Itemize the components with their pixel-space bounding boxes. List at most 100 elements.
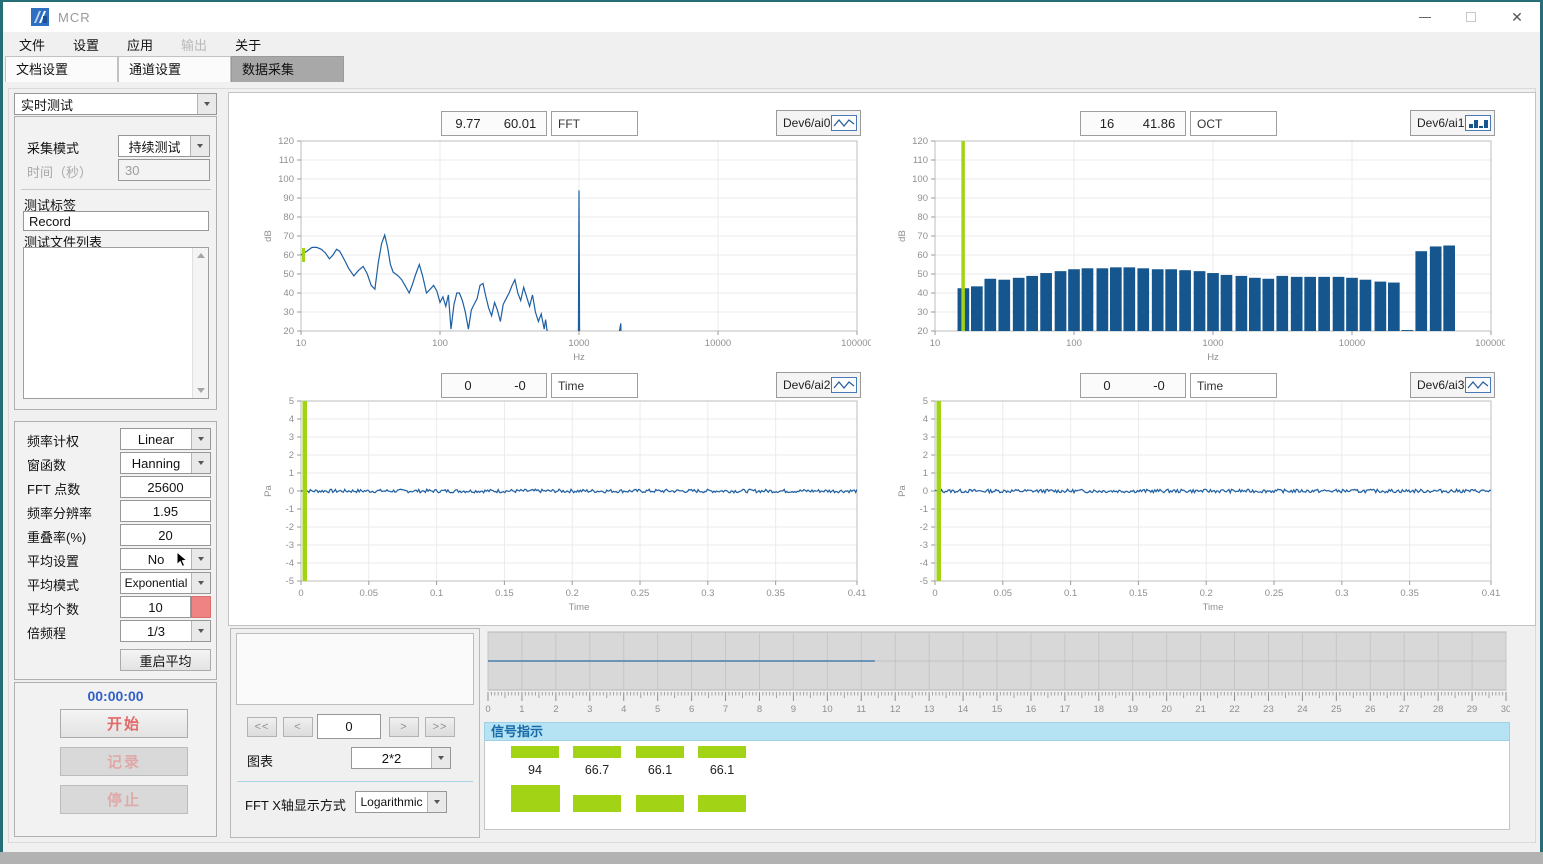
page-next-button[interactable]: > [389, 717, 419, 737]
freq-resolution-input[interactable]: 1.95 [120, 500, 211, 522]
chevron-down-icon[interactable] [191, 429, 210, 449]
svg-text:0.25: 0.25 [1265, 588, 1284, 599]
svg-text:Hz: Hz [573, 352, 585, 363]
svg-text:0.41: 0.41 [1482, 588, 1501, 599]
chevron-down-icon[interactable] [191, 549, 210, 569]
svg-text:dB: dB [263, 230, 274, 242]
app-window: MCR ✕ 文件 设置 应用 输出 关于 文档设置 通道设置 数据采集 实时测试… [0, 0, 1543, 864]
avg-mode-select[interactable]: Exponential [120, 572, 211, 594]
record-timeline[interactable]: 0123456789101112131415161718192021222324… [484, 630, 1510, 720]
svg-text:11: 11 [856, 704, 866, 715]
svg-text:100: 100 [1066, 338, 1082, 349]
svg-text:20: 20 [917, 326, 928, 337]
octave-label: 倍频程 [27, 623, 66, 642]
page-last-button[interactable]: >> [425, 717, 455, 737]
avg-count-label: 平均个数 [27, 599, 79, 618]
svg-text:3: 3 [587, 704, 592, 715]
svg-text:50: 50 [917, 269, 928, 280]
tab-document-settings[interactable]: 文档设置 [5, 56, 118, 82]
acq-mode-label: 采集模式 [27, 138, 79, 157]
window-bottom-edge [0, 852, 1543, 864]
time1-channel-label: Dev6/ai2 [783, 378, 830, 392]
chevron-down-icon[interactable] [191, 621, 210, 641]
acq-mode-select[interactable]: 持续测试 [118, 135, 210, 157]
svg-text:100: 100 [912, 174, 928, 185]
svg-text:Hz: Hz [1207, 352, 1219, 363]
svg-text:-3: -3 [286, 540, 294, 551]
minimize-button[interactable] [1402, 2, 1448, 32]
signal-value: 94 [511, 763, 559, 777]
tab-data-acquisition[interactable]: 数据采集 [231, 56, 344, 82]
page-first-button[interactable]: << [247, 717, 277, 737]
oct-type-box[interactable]: OCT [1190, 111, 1277, 136]
svg-text:27: 27 [1399, 704, 1410, 715]
freq-resolution-label: 频率分辨率 [27, 503, 92, 522]
svg-text:60: 60 [917, 250, 928, 261]
octave-select[interactable]: 1/3 [120, 620, 211, 642]
svg-text:-2: -2 [920, 522, 928, 533]
svg-text:-5: -5 [920, 576, 928, 587]
fft-type-box[interactable]: FFT [551, 111, 638, 136]
scroll-down-icon[interactable] [193, 383, 208, 398]
svg-text:100: 100 [278, 174, 294, 185]
svg-text:80: 80 [283, 212, 294, 223]
close-button[interactable]: ✕ [1494, 2, 1540, 32]
fft-axis-label: FFT X轴显示方式 [245, 795, 346, 814]
freq-weighting-select[interactable]: Linear [120, 428, 211, 450]
fft-channel-box[interactable]: Dev6/ai0 [776, 110, 861, 136]
overlap-label: 重叠率(%) [27, 527, 86, 546]
oct-channel-box[interactable]: Dev6/ai1 [1410, 110, 1495, 136]
fft-plot[interactable]: 2030405060708090100110120101001000100001… [231, 135, 871, 367]
mouse-cursor [176, 551, 188, 568]
svg-text:Time: Time [569, 602, 590, 613]
menu-file[interactable]: 文件 [5, 35, 59, 54]
page-number-input[interactable]: 0 [317, 714, 381, 739]
svg-text:70: 70 [283, 231, 294, 242]
svg-text:110: 110 [279, 155, 294, 166]
svg-text:30: 30 [283, 307, 294, 318]
oct-plot[interactable]: 2030405060708090100110120101001000100001… [865, 135, 1505, 367]
chart-layout-select[interactable]: 2*2 [351, 747, 451, 769]
display-control-panel: << < 0 > >> 图表 2*2 FFT X轴显示方式 Logarithmi… [230, 628, 480, 838]
chevron-down-icon[interactable] [191, 573, 210, 593]
fft-axis-select[interactable]: Logarithmic [355, 791, 447, 813]
measure-mode-select[interactable]: 实时测试 [14, 93, 217, 115]
avg-setting-select[interactable]: No [120, 548, 211, 570]
svg-text:1: 1 [289, 468, 294, 479]
chevron-down-icon[interactable] [191, 453, 210, 473]
menu-about[interactable]: 关于 [221, 35, 275, 54]
menu-settings[interactable]: 设置 [59, 35, 113, 54]
svg-text:21: 21 [1195, 704, 1206, 715]
overlap-input[interactable]: 20 [120, 524, 211, 546]
restart-avg-button[interactable]: 重启平均 [120, 649, 211, 671]
chevron-down-icon[interactable] [427, 792, 446, 812]
filelist-scrollbar[interactable] [192, 248, 208, 398]
svg-text:-2: -2 [286, 522, 294, 533]
menu-output: 输出 [167, 35, 221, 54]
time1-plot[interactable]: -5-4-3-2-101234500.050.10.150.20.250.30.… [231, 395, 871, 627]
test-file-list[interactable] [23, 247, 209, 399]
chevron-down-icon[interactable] [431, 748, 450, 768]
maximize-button[interactable] [1448, 2, 1494, 32]
oct-cursor-readout: 16 41.86 [1080, 111, 1186, 136]
signal-panel-body: 94 66.7 66.1 66.1 [484, 741, 1510, 830]
svg-text:90: 90 [917, 193, 928, 204]
start-button[interactable]: 开始 [60, 709, 188, 738]
fft-points-input[interactable]: 25600 [120, 476, 211, 498]
chevron-down-icon[interactable] [190, 136, 209, 156]
signal-value: 66.1 [698, 763, 746, 777]
svg-text:19: 19 [1127, 704, 1138, 715]
menu-apply[interactable]: 应用 [113, 35, 167, 54]
page-prev-button[interactable]: < [283, 717, 313, 737]
svg-text:13: 13 [924, 704, 935, 715]
record-name-input[interactable]: Record [23, 211, 209, 231]
svg-text:5: 5 [655, 704, 660, 715]
time2-plot[interactable]: -5-4-3-2-101234500.050.10.150.20.250.30.… [865, 395, 1505, 627]
window-func-select[interactable]: Hanning [120, 452, 211, 474]
scroll-up-icon[interactable] [193, 248, 208, 263]
tab-channel-settings[interactable]: 通道设置 [118, 56, 231, 82]
svg-text:4: 4 [621, 704, 626, 715]
avg-count-input[interactable]: 10 [120, 596, 191, 618]
chevron-down-icon[interactable] [197, 94, 216, 114]
svg-text:90: 90 [283, 193, 294, 204]
